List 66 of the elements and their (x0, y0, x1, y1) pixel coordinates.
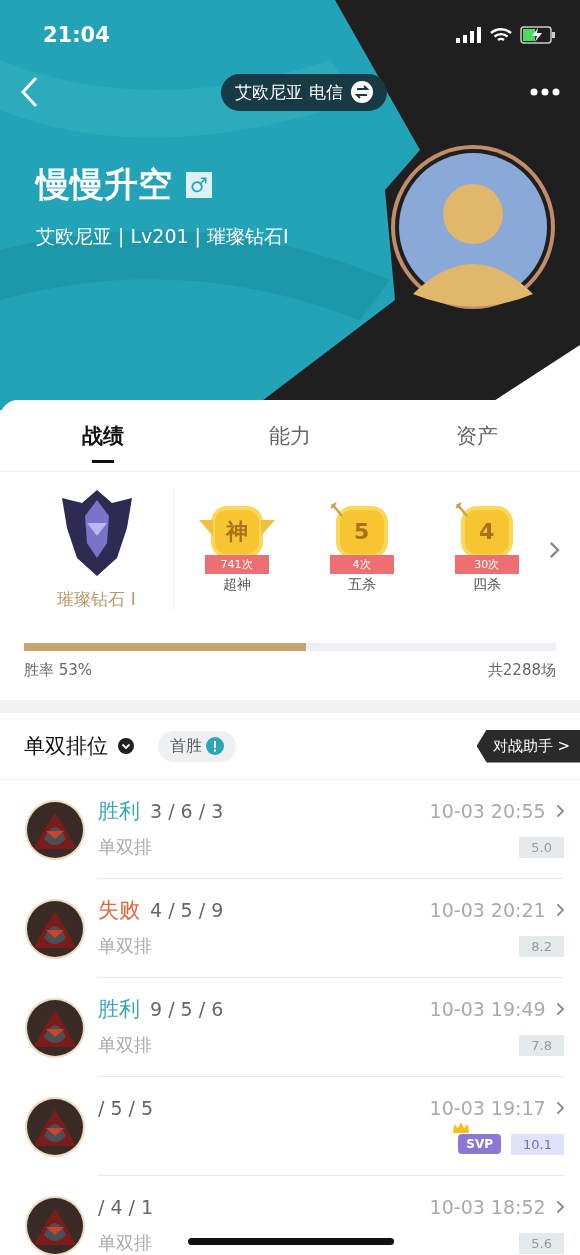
achievement-badge: 神 (210, 505, 263, 558)
queue-title: 单双排位 (24, 733, 108, 760)
tab[interactable]: 战绩 (62, 400, 145, 471)
chevron-right-icon (555, 1002, 564, 1016)
server-button[interactable]: 艾欧尼亚 电信 (221, 73, 387, 111)
battery-charging-icon (520, 26, 556, 44)
chevron-right-icon (555, 804, 564, 818)
match-result: 胜利 (98, 798, 140, 825)
match-time: 10-03 20:21 (429, 899, 546, 921)
sword-icon (329, 501, 344, 518)
sword-icon (454, 501, 469, 518)
chevron-right-icon (555, 1101, 564, 1115)
kda: 4 / 5 / 9 (150, 899, 224, 921)
battle-assistant-button[interactable]: 对战助手 > (476, 729, 580, 763)
achievement-count: 30次 (454, 554, 519, 574)
match-mode: 单双排 (98, 835, 152, 859)
match-score: 5.6 (519, 1232, 564, 1254)
status-time: 21:04 (43, 23, 110, 47)
tab[interactable]: 资产 (435, 400, 518, 471)
match-result: 胜利 (98, 996, 140, 1023)
match-score: 5.0 (519, 836, 564, 858)
match-score: 8.2 (519, 935, 564, 957)
match-mode: 单双排 (98, 1033, 152, 1057)
player-info: 艾欧尼亚 | Lv201 | 璀璨钻石I (36, 224, 289, 250)
chevron-right-icon (555, 903, 564, 917)
signal-icon (456, 27, 482, 43)
swap-icon (350, 81, 373, 103)
achievement-badge: 4 (460, 505, 513, 558)
match-time: 10-03 19:49 (429, 998, 546, 1020)
chevron-right-icon (555, 1200, 564, 1214)
crown-icon (452, 1122, 471, 1134)
kda: 3 / 6 / 3 (150, 800, 224, 822)
tab[interactable]: 能力 (249, 400, 331, 471)
rank-label: 璀璨钻石 I (57, 588, 136, 611)
match-score: 10.1 (511, 1133, 564, 1155)
first-win-chip[interactable]: 首胜 (158, 730, 236, 762)
win-rate-text: 胜率 53% (24, 661, 93, 680)
kda: / 5 / 5 (98, 1097, 154, 1119)
match-row[interactable]: 胜利 3 / 6 / 3 单双排 10-03 20:55 5.0 (98, 780, 564, 879)
match-time: 10-03 18:52 (429, 1196, 546, 1218)
total-games: 共2288场 (487, 661, 556, 680)
achievement-count: 4次 (329, 554, 394, 574)
match-score: 7.8 (519, 1034, 564, 1056)
match-result: 失败 (98, 897, 140, 924)
kda: / 4 / 1 (98, 1196, 154, 1218)
achievement-label: 四杀 (472, 575, 501, 594)
match-row[interactable]: 胜利 9 / 5 / 6 单双排 10-03 19:49 7.8 (98, 978, 564, 1077)
more-icon[interactable] (530, 88, 560, 96)
match-time: 10-03 19:17 (429, 1097, 546, 1119)
achievement-label: 超神 (222, 575, 251, 594)
info-icon (206, 737, 224, 755)
match-row[interactable]: / 5 / 5 10-03 19:17 SVP 10.1 (98, 1077, 564, 1176)
match-mode: 单双排 (98, 934, 152, 958)
match-mode: 单双排 (98, 1231, 152, 1255)
chevron-right-icon (549, 540, 560, 559)
gender-tag: ♂ (186, 172, 212, 198)
back-icon[interactable] (20, 76, 38, 108)
match-row[interactable]: 失败 4 / 5 / 9 单双排 10-03 20:21 8.2 (98, 879, 564, 978)
player-name: 慢慢升空 (36, 163, 172, 206)
match-time: 10-03 20:55 (429, 800, 546, 822)
wifi-icon (490, 27, 512, 43)
kda: 9 / 5 / 6 (150, 998, 224, 1020)
achievement-label: 五杀 (347, 575, 376, 594)
achievement-count: 741次 (204, 554, 269, 574)
achievement-badge: 5 (335, 505, 388, 558)
dropdown-icon[interactable] (118, 738, 134, 754)
